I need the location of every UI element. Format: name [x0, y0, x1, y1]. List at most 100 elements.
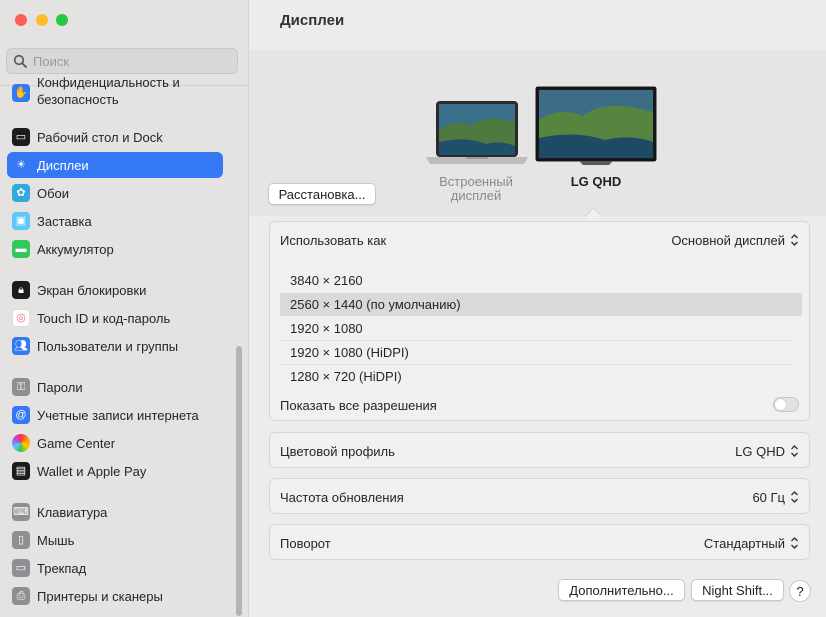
hand-icon: ✋	[12, 84, 30, 102]
sidebar-item-label: Пользователи и группы	[37, 339, 179, 354]
keyboard-icon: ⌨	[12, 503, 30, 521]
sidebar-item-game-center[interactable]: Game Center	[7, 430, 223, 456]
close-window-button[interactable]	[15, 14, 27, 26]
screensaver-icon: ▣	[12, 212, 30, 230]
sidebar-item-printers[interactable]: ⎙ Принтеры и сканеры	[7, 583, 223, 609]
up-down-chevron-icon	[791, 491, 798, 503]
color-profile-group: Цветовой профиль LG QHD	[269, 432, 810, 468]
display-arrangement-panel: Расстановка... Встроенный дисплей LG QHD	[249, 50, 826, 216]
rotation-value: Стандартный	[703, 536, 785, 551]
search-field[interactable]	[6, 48, 238, 74]
sidebar: ✋ Конфиденциальность и безопасность ▭ Ра…	[0, 0, 249, 617]
sidebar-item-label: Пароли	[37, 380, 83, 395]
sidebar-item-privacy[interactable]: ✋ Конфиденциальность и безопасность	[7, 72, 223, 112]
sidebar-item-internet-accounts[interactable]: @ Учетные записи интернета	[7, 402, 223, 428]
advanced-button[interactable]: Дополнительно...	[558, 579, 685, 601]
refresh-rate-popup[interactable]: 60 Гц	[752, 490, 799, 505]
sidebar-item-label: Экран блокировки	[37, 283, 147, 298]
sidebar-item-label: Game Center	[37, 436, 116, 451]
sidebar-item-users-groups[interactable]: 👥︎ Пользователи и группы	[7, 333, 223, 359]
builtin-display-label[interactable]: Встроенный дисплей	[431, 175, 521, 203]
up-down-chevron-icon	[791, 445, 798, 457]
sidebar-item-label: Трекпад	[37, 561, 87, 576]
resolution-option[interactable]: 1920 × 1080 (HiDPI)	[280, 341, 802, 364]
desktop-icon: ▭	[12, 128, 30, 146]
sidebar-item-desktop-dock[interactable]: ▭ Рабочий стол и Dock	[7, 124, 223, 150]
use-as-popup[interactable]: Основной дисплей	[671, 233, 799, 248]
sidebar-item-keyboard[interactable]: ⌨ Клавиатура	[7, 499, 223, 525]
external-display-label[interactable]: LG QHD	[546, 175, 646, 189]
sidebar-item-label: Мышь	[37, 533, 75, 548]
resolution-option-selected[interactable]: 2560 × 1440 (по умолчанию)	[280, 293, 802, 316]
resolution-label: 2560 × 1440 (по умолчанию)	[290, 297, 461, 312]
sun-icon: ☀	[12, 156, 30, 174]
color-profile-value: LG QHD	[735, 444, 785, 459]
resolution-label: 3840 × 2160	[290, 273, 363, 288]
page-title: Дисплеи	[280, 12, 345, 29]
sidebar-item-label: Рабочий стол и Dock	[37, 130, 163, 145]
display-mode-group: Использовать как Основной дисплей 3840 ×…	[269, 221, 810, 421]
wallet-icon: ▤	[12, 462, 30, 480]
resolution-label: 1920 × 1080	[290, 321, 363, 336]
use-as-label: Использовать как	[280, 233, 387, 248]
sidebar-item-label: Заставка	[37, 214, 92, 229]
users-icon: 👥︎	[12, 337, 30, 355]
sidebar-item-wallet[interactable]: ▤ Wallet и Apple Pay	[7, 458, 223, 484]
main-pane: Дисплеи Расстановка... Встроенный диспле…	[249, 0, 826, 617]
sidebar-item-label: Аккумулятор	[37, 242, 114, 257]
search-input[interactable]	[33, 49, 233, 73]
sidebar-item-displays[interactable]: ☀ Дисплеи	[7, 152, 223, 178]
sidebar-item-mouse[interactable]: ▯ Мышь	[7, 527, 223, 553]
sidebar-item-label: Обои	[37, 186, 70, 201]
sidebar-item-trackpad[interactable]: ▭ Трекпад	[7, 555, 223, 581]
lock-icon: 🔒︎	[12, 281, 30, 299]
show-all-resolutions-toggle[interactable]	[773, 397, 799, 412]
up-down-chevron-icon	[791, 234, 798, 246]
arrangement-button[interactable]: Расстановка...	[268, 183, 376, 205]
resolution-option[interactable]: 3840 × 2160	[280, 269, 802, 292]
show-all-resolutions-label: Показать все разрешения	[280, 398, 437, 413]
sidebar-item-label: Клавиатура	[37, 505, 108, 520]
refresh-rate-group: Частота обновления 60 Гц	[269, 478, 810, 514]
up-down-chevron-icon	[791, 537, 798, 549]
mouse-icon: ▯	[12, 531, 30, 549]
resolution-label: 1920 × 1080 (HiDPI)	[290, 345, 409, 360]
sidebar-item-battery[interactable]: ▬ Аккумулятор	[7, 236, 223, 262]
printer-icon: ⎙	[12, 587, 30, 605]
resolution-option[interactable]: 1920 × 1080	[280, 317, 802, 340]
key-icon: ⚿	[12, 378, 30, 396]
sidebar-item-wallpaper[interactable]: ✿ Обои	[7, 180, 223, 206]
refresh-rate-value: 60 Гц	[752, 490, 785, 505]
help-button[interactable]: ?	[789, 580, 811, 602]
rotation-group: Поворот Стандартный	[269, 524, 810, 560]
sidebar-item-touch-id[interactable]: ◎ Touch ID и код-пароль	[7, 305, 223, 331]
external-display-image[interactable]	[535, 86, 657, 166]
fingerprint-icon: ◎	[12, 309, 30, 327]
zoom-window-button[interactable]	[56, 14, 68, 26]
trackpad-icon: ▭	[12, 559, 30, 577]
flower-icon: ✿	[12, 184, 30, 202]
sidebar-item-label: Дисплеи	[37, 158, 89, 173]
sidebar-item-passwords[interactable]: ⚿ Пароли	[7, 374, 223, 400]
search-icon	[13, 54, 27, 68]
color-profile-label: Цветовой профиль	[280, 444, 395, 459]
sidebar-item-lock-screen[interactable]: 🔒︎ Экран блокировки	[7, 277, 223, 303]
sidebar-item-screensaver[interactable]: ▣ Заставка	[7, 208, 223, 234]
builtin-display-image[interactable]	[426, 100, 528, 166]
sidebar-item-label: Wallet и Apple Pay	[37, 464, 147, 479]
color-profile-popup[interactable]: LG QHD	[735, 444, 799, 459]
night-shift-button[interactable]: Night Shift...	[691, 579, 784, 601]
at-icon: @	[12, 406, 30, 424]
toggle-knob	[775, 399, 786, 410]
minimize-window-button[interactable]	[36, 14, 48, 26]
sidebar-item-label: Принтеры и сканеры	[37, 589, 163, 604]
rotation-popup[interactable]: Стандартный	[704, 536, 799, 551]
sidebar-scrollbar[interactable]	[236, 346, 242, 616]
rotation-label: Поворот	[280, 536, 331, 551]
sidebar-item-label: Учетные записи интернета	[37, 408, 199, 423]
battery-icon: ▬	[12, 240, 30, 258]
resolution-option[interactable]: 1280 × 720 (HiDPI)	[280, 365, 802, 388]
use-as-value: Основной дисплей	[671, 233, 785, 248]
refresh-rate-label: Частота обновления	[280, 490, 404, 505]
game-center-icon	[12, 434, 30, 452]
